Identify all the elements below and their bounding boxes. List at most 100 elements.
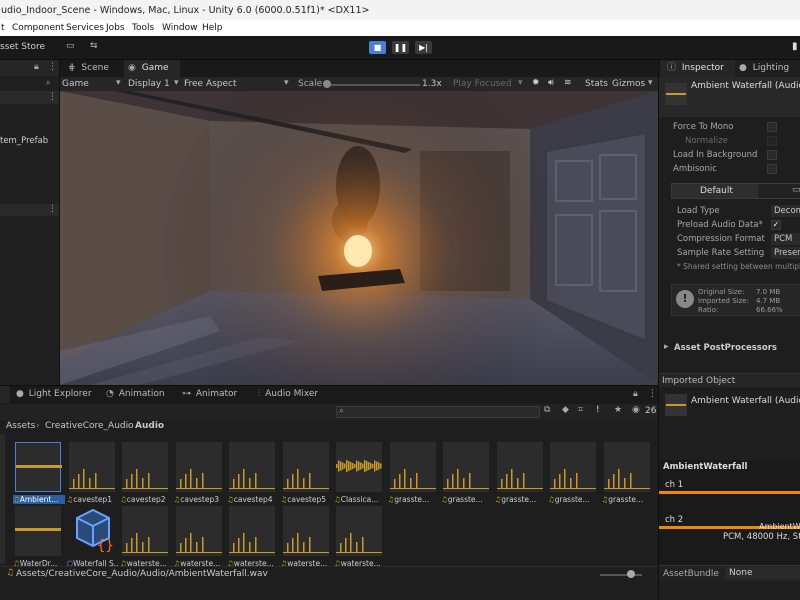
- folder-tree-sliver[interactable]: [0, 434, 5, 564]
- account-icon[interactable]: ▮: [792, 41, 798, 52]
- asset-item[interactable]: ♫cavestep4: [227, 442, 279, 508]
- menu-item-window[interactable]: Window: [162, 23, 198, 33]
- asset-item[interactable]: ♫grasste...: [441, 442, 493, 508]
- tab-scene[interactable]: ⋕ Scene: [62, 60, 124, 77]
- sample-rate-dropdown[interactable]: Preser: [771, 247, 800, 259]
- platform-tab-standalone[interactable]: ▭: [758, 184, 800, 198]
- aspect-dropdown[interactable]: Free Aspect: [184, 79, 237, 89]
- scale-slider[interactable]: [324, 84, 420, 86]
- filter-component-icon[interactable]: ⌗: [578, 405, 583, 415]
- tab-project[interactable]: [0, 386, 10, 403]
- compression-format-dropdown[interactable]: PCM: [771, 233, 800, 245]
- warning-icon[interactable]: !: [596, 405, 600, 415]
- lock-icon[interactable]: 🔒︎: [34, 62, 39, 72]
- visibility-icon[interactable]: ◉: [632, 405, 640, 415]
- info-icon: ⓘ: [667, 63, 677, 73]
- asset-store-button[interactable]: sset Store: [0, 42, 45, 52]
- favorite-star-icon[interactable]: ★: [614, 405, 622, 415]
- pause-button[interactable]: ❚❚: [392, 41, 409, 54]
- normalize-checkbox[interactable]: [767, 136, 777, 146]
- asset-item[interactable]: ♫Ambient...: [13, 442, 65, 508]
- lock-icon[interactable]: 🔒︎: [633, 389, 638, 399]
- filter-type-icon[interactable]: ⧉: [544, 405, 550, 415]
- asset-bundle-bar: AssetBundle None: [659, 565, 800, 581]
- asset-item[interactable]: ♫grasste...: [388, 442, 440, 508]
- breadcrumb-assets[interactable]: Assets: [6, 421, 35, 431]
- bug-icon[interactable]: ✹: [532, 78, 540, 88]
- asset-thumbnail: [15, 506, 61, 556]
- play-button[interactable]: ■: [369, 41, 386, 54]
- load-in-background-checkbox[interactable]: [767, 150, 777, 160]
- asset-item[interactable]: ♫Classica...: [334, 442, 386, 508]
- asset-item[interactable]: ♫waterste...: [174, 506, 226, 572]
- ambisonic-checkbox[interactable]: [767, 164, 777, 174]
- imported-audio-icon: [665, 394, 687, 416]
- load-type-dropdown[interactable]: Decom: [771, 205, 800, 217]
- more-menu-icon[interactable]: ⋮: [648, 389, 657, 399]
- force-to-mono-checkbox[interactable]: [767, 122, 777, 132]
- breadcrumb-audio[interactable]: Audio: [135, 421, 164, 431]
- scale-slider-handle[interactable]: [323, 80, 331, 88]
- filter-label-icon[interactable]: ◆: [562, 405, 569, 415]
- asset-name: cavestep5: [287, 495, 327, 504]
- asset-item[interactable]: ♫grasste...: [548, 442, 600, 508]
- scene-menu-icon[interactable]: ⋮: [48, 92, 57, 102]
- asset-item[interactable]: ♫grasste...: [495, 442, 547, 508]
- project-status-bar: ♫ Assets/CreativeCore_Audio/Audio/Ambien…: [0, 566, 658, 580]
- platform-tab-default[interactable]: Default: [700, 186, 733, 196]
- more-menu-icon[interactable]: ⋮: [48, 62, 57, 72]
- asset-item[interactable]: ♫cavestep1: [67, 442, 119, 508]
- step-button[interactable]: ▶|: [415, 41, 432, 54]
- game-mode-dropdown[interactable]: Game: [62, 79, 89, 89]
- hierarchy-item[interactable]: tem_Prefab: [0, 136, 48, 146]
- tab-lighting[interactable]: ● Lighting: [737, 60, 800, 77]
- bulb-icon: ●: [739, 63, 747, 73]
- stats-button[interactable]: Stats: [585, 79, 608, 89]
- menu-item-tools[interactable]: Tools: [132, 23, 154, 33]
- tab-light-explorer[interactable]: ● Light Explorer: [12, 386, 92, 403]
- tab-inspector[interactable]: ⓘ Inspector: [661, 60, 735, 77]
- row-menu-icon[interactable]: ⋮: [48, 204, 57, 214]
- cloud-icon[interactable]: ▭: [66, 41, 75, 51]
- asset-bundle-dropdown[interactable]: None: [725, 567, 800, 579]
- game-viewport[interactable]: [60, 91, 658, 385]
- hierarchy-scene-row[interactable]: ⋮: [0, 91, 59, 104]
- hierarchy-search[interactable]: ⌕: [0, 77, 59, 91]
- menu-item-edit[interactable]: t: [1, 23, 5, 33]
- tab-audio-mixer[interactable]: ⫶ Audio Mixer: [256, 386, 336, 403]
- menu-item-component[interactable]: Component: [12, 23, 64, 33]
- project-search-input[interactable]: ⌕: [336, 406, 540, 418]
- asset-postprocessors-foldout[interactable]: ▸ Asset PostProcessors: [659, 340, 800, 356]
- tab-animation[interactable]: ◔ Animation: [104, 386, 174, 403]
- hierarchy-dontdestroy-row[interactable]: ⋮: [0, 204, 59, 216]
- audio-icon[interactable]: 🔊︎: [548, 78, 554, 88]
- gizmos-button[interactable]: Gizmos: [612, 79, 645, 89]
- tab-game[interactable]: ◉ Game: [124, 60, 180, 77]
- asset-item[interactable]: ♫cavestep5: [281, 442, 333, 508]
- search-icon[interactable]: ⌕: [46, 78, 50, 88]
- icon-size-slider-handle[interactable]: [627, 570, 635, 578]
- size-info-box: ! Original Size: 7.0 MB Imported Size: 4…: [671, 284, 800, 316]
- asset-item[interactable]: ♫cavestep2: [120, 442, 172, 508]
- menu-item-help[interactable]: Help: [202, 23, 223, 33]
- preload-audio-checkbox[interactable]: ✓: [771, 220, 781, 230]
- audio-preview[interactable]: AmbientWaterfall ch 1 ch 2 AmbientW PCM,…: [659, 460, 800, 570]
- play-focused-dropdown[interactable]: Play Focused: [453, 79, 512, 89]
- asset-item[interactable]: ♫cavestep3: [174, 442, 226, 508]
- display-dropdown[interactable]: Display 1: [128, 79, 170, 89]
- asset-item[interactable]: ♫waterste...: [334, 506, 386, 572]
- asset-item[interactable]: {} ⬡Waterfall S...: [67, 506, 119, 572]
- menu-item-services[interactable]: Services: [66, 23, 104, 33]
- menu-item-jobs[interactable]: Jobs: [106, 23, 125, 33]
- tab-animator[interactable]: ⊶ Animator: [180, 386, 250, 403]
- asset-item[interactable]: ♫grasste...: [602, 442, 654, 508]
- asset-item[interactable]: ♫waterste...: [120, 506, 172, 572]
- asset-item[interactable]: ♫waterste...: [227, 506, 279, 572]
- breadcrumb-creativecore[interactable]: CreativeCore_Audio: [45, 421, 134, 431]
- gizmo-toggle-icon[interactable]: ≋: [564, 78, 572, 88]
- icon-size-slider[interactable]: [600, 574, 642, 576]
- source-control-icon[interactable]: ⇆: [90, 41, 98, 51]
- imported-object-title: Ambient Waterfall (Audio: [691, 396, 800, 406]
- asset-item[interactable]: ♫waterste...: [281, 506, 333, 572]
- asset-item[interactable]: ♫WaterDr...: [13, 506, 65, 572]
